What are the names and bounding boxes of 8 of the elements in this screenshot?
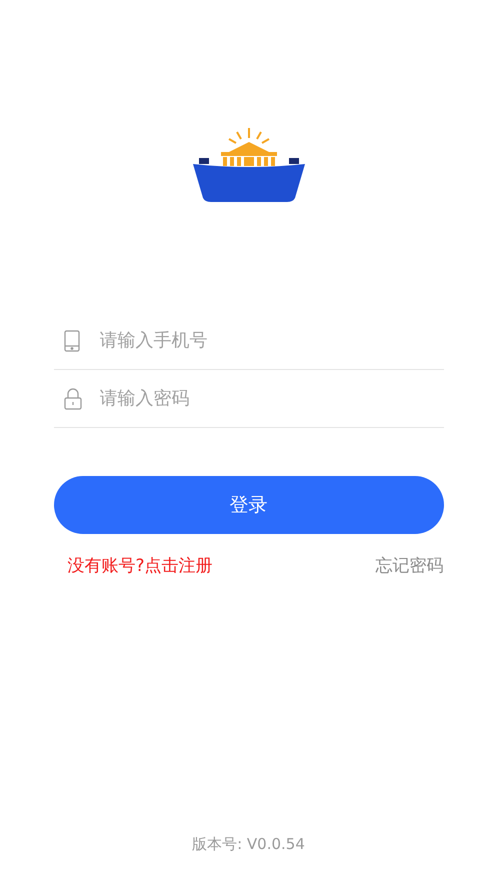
register-link[interactable]: 没有账号?点击注册 xyxy=(68,554,213,580)
login-button[interactable]: 登录 xyxy=(54,476,444,534)
input-field[interactable]: 请输入手机号 xyxy=(100,327,444,354)
phone-icon xyxy=(64,330,80,352)
lock-icon xyxy=(64,388,82,410)
input-field[interactable]: 请输入密码 xyxy=(100,385,444,412)
forgot-password-link[interactable]: 忘记密码 xyxy=(376,554,444,580)
version-text: 版本号: V0.0.54 xyxy=(192,834,305,854)
